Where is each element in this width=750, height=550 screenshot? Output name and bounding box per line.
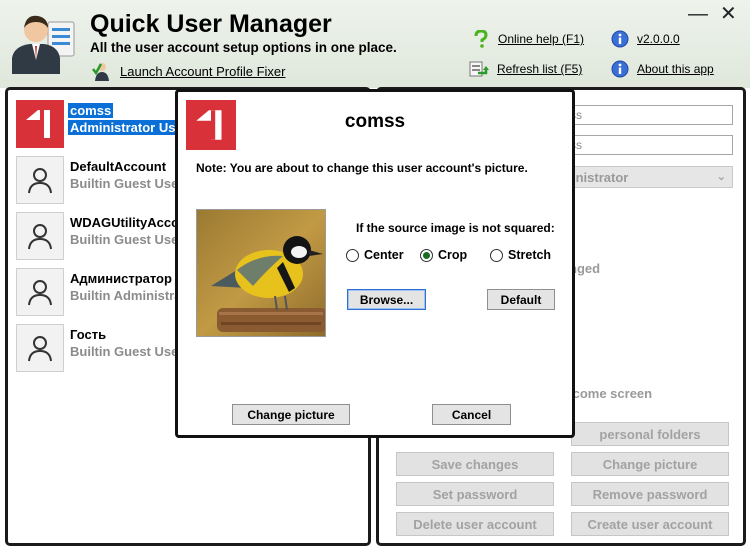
radio-unchecked-icon — [346, 248, 359, 262]
crop-radio[interactable]: Crop — [420, 248, 467, 262]
save-changes-button[interactable]: Save changes — [396, 452, 554, 476]
launch-profile-fixer-label: Launch Account Profile Fixer — [120, 63, 286, 79]
app-subtitle: All the user account setup options in on… — [90, 40, 397, 55]
user-avatar-icon — [16, 212, 64, 260]
about-link[interactable]: About this app — [611, 60, 714, 78]
user-role: Administrator Use — [68, 120, 185, 135]
center-radio-label: Center — [364, 248, 404, 262]
account-type-value: inistrator — [572, 170, 629, 185]
change-picture-dialog: comss Note: You are about to change this… — [175, 89, 575, 438]
online-help-link[interactable]: Online help (F1) — [472, 30, 584, 48]
change-picture-confirm-button[interactable]: Change picture — [232, 404, 350, 425]
user-avatar-icon — [16, 268, 64, 316]
set-password-button[interactable]: Set password — [396, 482, 554, 506]
crop-radio-label: Crop — [438, 248, 468, 262]
user-name: comss — [68, 103, 114, 118]
version-link[interactable]: v2.0.0.0 — [611, 30, 680, 48]
app-header: Quick User Manager All the user account … — [0, 0, 750, 88]
info-icon — [611, 30, 629, 48]
launch-profile-fixer-link[interactable]: Launch Account Profile Fixer — [92, 60, 285, 82]
info-icon — [611, 60, 629, 78]
user-role: Builtin Guest Use — [70, 344, 179, 359]
online-help-label: Online help (F1) — [498, 32, 585, 46]
user-name: DefaultAccount — [70, 159, 167, 174]
user-name: Гость — [70, 327, 107, 342]
dialog-title: comss — [344, 111, 406, 132]
dialog-note: Note: You are about to change this user … — [196, 161, 528, 175]
user-role: Builtin Guest Use — [70, 176, 179, 191]
user-name: WDAGUtilityAcco — [70, 215, 180, 230]
app-logo-icon — [8, 8, 76, 74]
remove-password-button[interactable]: Remove password — [571, 482, 729, 506]
personal-folders-button[interactable]: personal folders — [571, 422, 729, 446]
help-icon — [472, 30, 490, 48]
change-picture-button[interactable]: Change picture — [571, 452, 729, 476]
account-type-select[interactable]: inistrator ⌄ — [565, 166, 733, 188]
picture-preview — [196, 209, 326, 337]
radio-unchecked-icon — [490, 248, 503, 262]
app-title: Quick User Manager — [90, 10, 332, 38]
stretch-radio[interactable]: Stretch — [490, 248, 551, 262]
welcome-screen-option[interactable]: lcome screen — [569, 386, 652, 401]
refresh-list-link[interactable]: Refresh list (F5) — [469, 60, 582, 78]
brand-logo-avatar — [16, 100, 64, 148]
stretch-radio-label: Stretch — [508, 248, 552, 262]
refresh-list-label: Refresh list (F5) — [497, 62, 583, 76]
version-label: v2.0.0.0 — [637, 32, 680, 46]
user-role: Builtin Guest Use — [70, 232, 179, 247]
about-label: About this app — [637, 62, 714, 76]
radio-checked-icon — [420, 248, 433, 262]
browse-button[interactable]: Browse... — [347, 289, 426, 310]
username-field[interactable]: ss — [565, 105, 733, 125]
user-avatar-icon — [16, 324, 64, 372]
chevron-down-icon: ⌄ — [716, 171, 726, 183]
minimize-button[interactable]: — — [688, 4, 708, 24]
user-role: Builtin Administrat — [70, 288, 186, 303]
center-radio[interactable]: Center — [346, 248, 404, 262]
delete-user-button[interactable]: Delete user account — [396, 512, 554, 536]
fullname-field[interactable]: ss — [565, 135, 733, 155]
user-check-icon — [92, 63, 109, 81]
close-button[interactable]: ✕ — [720, 4, 737, 24]
user-avatar-icon — [16, 156, 64, 204]
create-user-button[interactable]: Create user account — [571, 512, 729, 536]
scaling-question: If the source image is not squared: — [356, 221, 555, 235]
default-button[interactable]: Default — [487, 289, 555, 310]
user-name: Администратор — [70, 271, 172, 286]
refresh-icon — [469, 60, 489, 78]
cancel-button[interactable]: Cancel — [432, 404, 511, 425]
